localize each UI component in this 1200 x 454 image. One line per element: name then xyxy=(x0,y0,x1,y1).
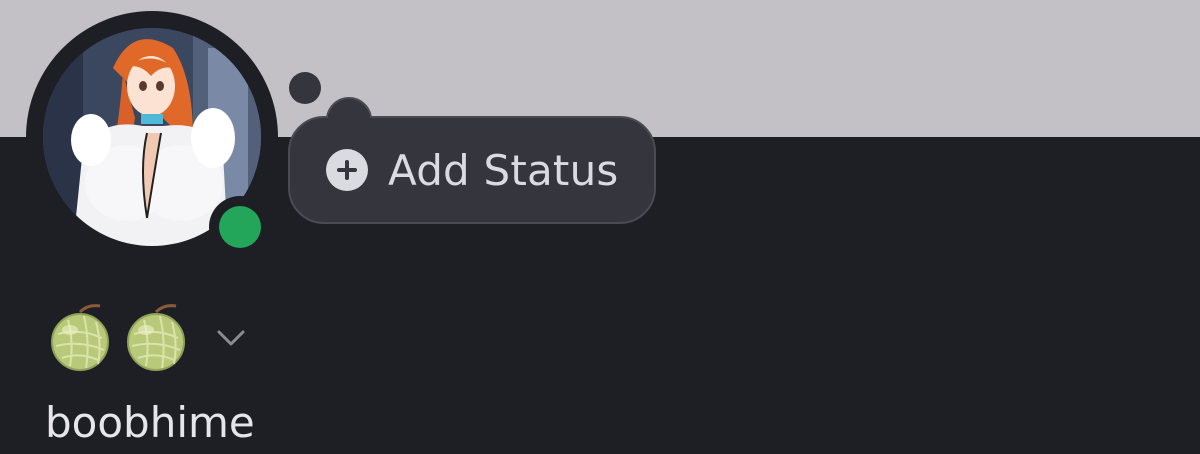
username: boobhime xyxy=(45,398,255,447)
chevron-down-icon[interactable] xyxy=(216,328,246,348)
melon-icon xyxy=(127,304,185,371)
melon-icon xyxy=(51,304,109,371)
plus-circle-icon xyxy=(326,149,368,191)
profile-panel: Add Status boobhime xyxy=(0,0,1200,454)
add-status-label: Add Status xyxy=(388,145,619,195)
online-status-icon xyxy=(219,206,261,248)
bubble-joint xyxy=(328,114,370,120)
display-name-button[interactable] xyxy=(44,296,246,376)
thought-bubble-small xyxy=(289,72,321,104)
add-status-button[interactable]: Add Status xyxy=(288,116,656,224)
